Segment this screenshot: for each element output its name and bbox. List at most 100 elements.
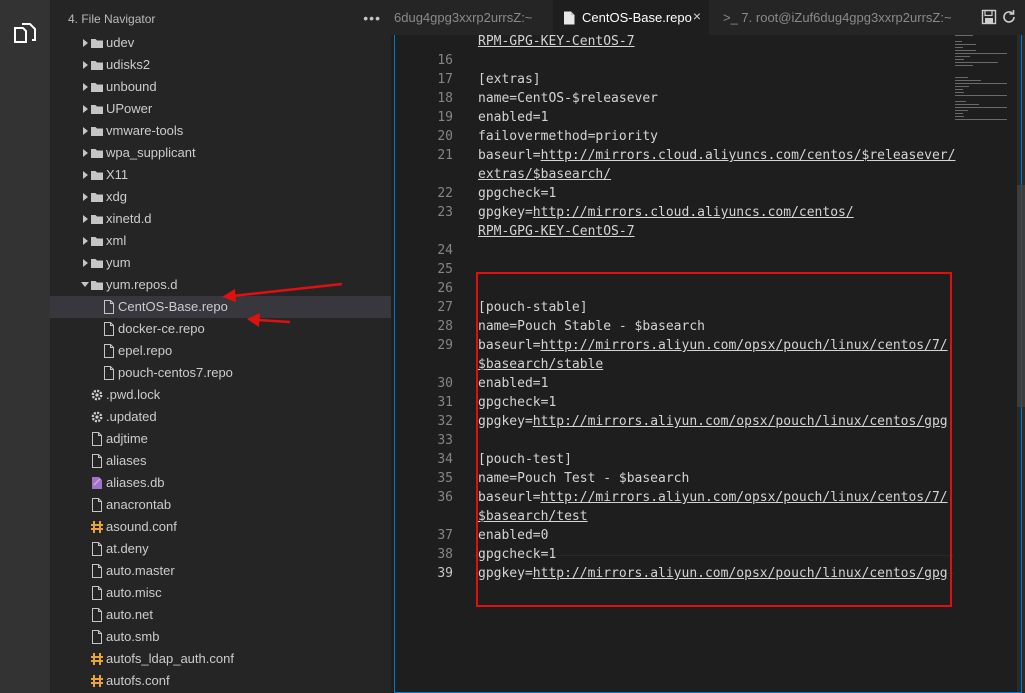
chevron-right-icon[interactable]: [80, 59, 90, 71]
tab-terminal-partial[interactable]: 6dug4gpg3xxrp2urrsZ:~: [391, 0, 553, 35]
chevron-right-icon[interactable]: [80, 213, 90, 225]
tab-terminal-root[interactable]: >_ 7. root@iZuf6dug4gpg3xxrp2urrsZ:~: [709, 0, 971, 35]
tree-item-label: epel.repo: [118, 343, 173, 358]
ellipsis-icon[interactable]: •••: [363, 10, 381, 26]
explorer-icon[interactable]: [11, 20, 39, 48]
line-number: 37: [437, 528, 453, 543]
tree-item[interactable]: auto.master: [50, 560, 391, 582]
url-link[interactable]: http://mirrors.cloud.aliyuncs.com/centos…: [541, 148, 956, 163]
code-line[interactable]: RPM-GPG-KEY-CentOS-7: [391, 222, 951, 241]
tree-item[interactable]: xinetd.d: [50, 208, 391, 230]
tree-item[interactable]: auto.net: [50, 604, 391, 626]
code-line[interactable]: RPM-GPG-KEY-CentOS-7: [391, 32, 951, 51]
chevron-down-icon[interactable]: [80, 279, 90, 291]
scrollbar-thumb[interactable]: [1017, 185, 1025, 407]
tree-item-label: pouch-centos7.repo: [118, 365, 233, 380]
minimap-line: [955, 80, 982, 81]
close-icon[interactable]: ×: [693, 8, 701, 24]
tree-item[interactable]: pouch-centos7.repo: [50, 362, 391, 384]
minimap-line: [955, 53, 1007, 54]
tree-item[interactable]: anacrontab: [50, 494, 391, 516]
tree-item[interactable]: udev: [50, 32, 391, 54]
line-number: 21: [437, 148, 453, 163]
line-text: extras/$basearch/: [478, 165, 611, 184]
tree-item[interactable]: xdg: [50, 186, 391, 208]
tree-item[interactable]: auto.smb: [50, 626, 391, 648]
tree-item[interactable]: aliases.db: [50, 472, 391, 494]
code-line[interactable]: 21 baseurl=http://mirrors.cloud.aliyuncs.…: [391, 146, 955, 165]
tree-item[interactable]: at.deny: [50, 538, 391, 560]
code-line[interactable]: 20 failovermethod=priority: [391, 127, 951, 146]
code-line[interactable]: extras/$basearch/: [391, 165, 951, 184]
tree-item[interactable]: CentOS-Base.repo: [50, 296, 391, 318]
tree-item-label: .pwd.lock: [106, 387, 161, 402]
tree-item[interactable]: .pwd.lock: [50, 384, 391, 406]
minimap[interactable]: [953, 35, 1008, 135]
tree-item[interactable]: autofs.conf: [50, 670, 391, 692]
code-line[interactable]: 24: [391, 241, 951, 260]
folder-icon: [91, 193, 103, 202]
tree-item[interactable]: aliases: [50, 450, 391, 472]
tree-item[interactable]: yum: [50, 252, 391, 274]
line-number: 24: [437, 243, 453, 258]
chevron-right-icon[interactable]: [80, 125, 90, 137]
code-line[interactable]: 23 gpgkey=http://mirrors.cloud.aliyuncs.c…: [391, 203, 951, 222]
url-link[interactable]: RPM-GPG-KEY-CentOS-7: [478, 34, 635, 49]
tree-item[interactable]: adjtime: [50, 428, 391, 450]
line-number: 39: [437, 566, 453, 581]
tree-item[interactable]: UPower: [50, 98, 391, 120]
chevron-right-icon[interactable]: [80, 81, 90, 93]
minimap-line: [955, 83, 1007, 84]
line-number: 31: [437, 395, 453, 410]
chevron-right-icon[interactable]: [80, 235, 90, 247]
tree-item[interactable]: yum.repos.d: [50, 274, 391, 296]
tree-item[interactable]: wpa_supplicant: [50, 142, 391, 164]
line-text: name=CentOS-$releasever: [478, 89, 658, 108]
chevron-right-icon[interactable]: [80, 103, 90, 115]
tree-item[interactable]: unbound: [50, 76, 391, 98]
file-icon: [104, 300, 114, 314]
url-link[interactable]: extras/$basearch/: [478, 167, 611, 182]
line-number: 19: [437, 110, 453, 125]
chevron-right-icon[interactable]: [80, 169, 90, 181]
code-line[interactable]: 16: [391, 51, 951, 70]
tree-item-label: yum.repos.d: [106, 277, 178, 292]
url-link[interactable]: RPM-GPG-KEY-CentOS-7: [478, 224, 635, 239]
chevron-right-icon[interactable]: [80, 147, 90, 159]
code-text: name=CentOS-$releasever: [478, 91, 659, 106]
tree-item[interactable]: docker-ce.repo: [50, 318, 391, 340]
tree-item[interactable]: epel.repo: [50, 340, 391, 362]
minimap-line: [955, 107, 1007, 108]
tree-item-label: auto.net: [106, 607, 153, 622]
tree-item[interactable]: udisks2: [50, 54, 391, 76]
folder-icon: [91, 127, 103, 136]
tree-item[interactable]: asound.conf: [50, 516, 391, 538]
tab-centos-base-repo[interactable]: CentOS-Base.repo ×: [553, 0, 709, 35]
code-text: failovermethod=priority: [478, 129, 659, 144]
code-line[interactable]: 18 name=CentOS-$releasever: [391, 89, 951, 108]
url-link[interactable]: http://mirrors.cloud.aliyuncs.com/centos…: [533, 205, 854, 220]
tree-item[interactable]: xml: [50, 230, 391, 252]
line-number: 35: [437, 471, 453, 486]
tree-item[interactable]: .updated: [50, 406, 391, 428]
refresh-icon[interactable]: [1001, 9, 1017, 25]
line-number: 30: [437, 376, 453, 391]
code-line[interactable]: 17 [extras]: [391, 70, 951, 89]
minimap-line: [955, 92, 964, 93]
chevron-right-icon[interactable]: [80, 37, 90, 49]
tree-item[interactable]: vmware-tools: [50, 120, 391, 142]
chevron-right-icon[interactable]: [80, 191, 90, 203]
save-icon[interactable]: [981, 9, 997, 25]
file-icon: [92, 454, 102, 468]
tree-item[interactable]: X11: [50, 164, 391, 186]
folder-icon: [91, 39, 103, 48]
minimap-line: [955, 116, 964, 117]
tree-item-label: auto.master: [106, 563, 175, 578]
code-line[interactable]: 19 enabled=1: [391, 108, 951, 127]
minimap-line: [955, 113, 964, 114]
tree-item[interactable]: auto.misc: [50, 582, 391, 604]
tree-item[interactable]: autofs_ldap_auth.conf: [50, 648, 391, 670]
chevron-right-icon[interactable]: [80, 257, 90, 269]
code-line[interactable]: 22 gpgcheck=1: [391, 184, 951, 203]
line-text: gpgcheck=1: [478, 184, 556, 203]
